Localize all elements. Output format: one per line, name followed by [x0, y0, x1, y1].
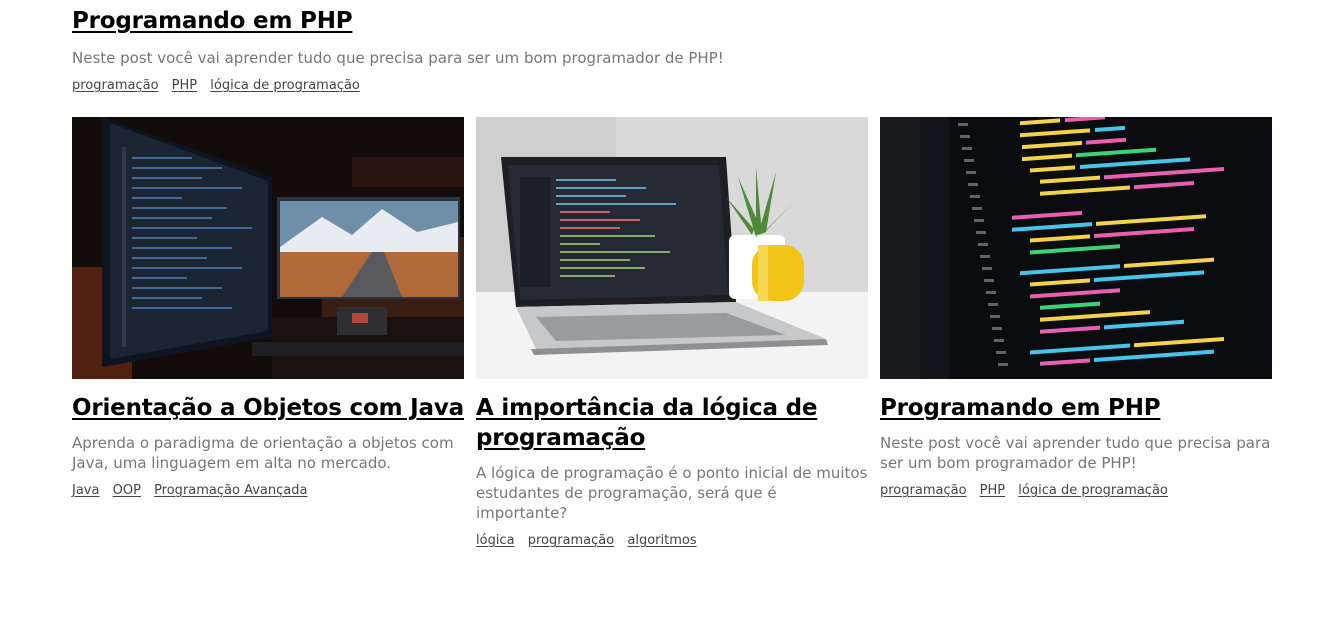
post-description: Aprenda o paradigma de orientação a obje…	[72, 434, 454, 472]
featured-post-description: Neste post você vai aprender tudo que pr…	[72, 49, 724, 67]
tag-link[interactable]: PHP	[980, 483, 1005, 498]
tag-link[interactable]: PHP	[172, 78, 197, 93]
post-card: Orientação a Objetos com Java Aprenda o …	[72, 117, 464, 549]
featured-post-title[interactable]: Programando em PHP	[72, 6, 1272, 36]
tag-link[interactable]: lógica de programação	[1018, 483, 1168, 498]
featured-post: Programando em PHP Neste post você vai a…	[72, 6, 1272, 94]
post-description: A lógica de programação é o ponto inicia…	[476, 464, 868, 522]
post-title-link[interactable]: A importância da lógica de programação	[476, 393, 868, 453]
post-thumbnail-image[interactable]	[476, 117, 868, 379]
tag-link[interactable]: lógica de programação	[210, 78, 360, 93]
tag-link[interactable]: Programação Avançada	[154, 483, 307, 498]
tag-link[interactable]: programação	[72, 78, 159, 93]
post-thumbnail-image[interactable]	[880, 117, 1272, 379]
post-description: Neste post você vai aprender tudo que pr…	[880, 434, 1271, 472]
tag-link[interactable]: OOP	[113, 483, 141, 498]
post-card: A importância da lógica de programação A…	[476, 117, 868, 549]
tag-link[interactable]: Java	[72, 483, 99, 498]
post-title-link[interactable]: Programando em PHP	[880, 393, 1272, 423]
post-thumbnail-image[interactable]	[72, 117, 464, 379]
tag-link[interactable]: programação	[880, 483, 967, 498]
post-tags: programação PHP lógica de programação	[880, 483, 1272, 499]
post-tags: Java OOP Programação Avançada	[72, 483, 464, 499]
tag-link[interactable]: algoritmos	[627, 533, 696, 548]
post-tags: lógica programação algoritmos	[476, 533, 868, 549]
tag-link[interactable]: lógica	[476, 533, 515, 548]
featured-post-tags: programação PHP lógica de programação	[72, 78, 1272, 94]
post-title-link[interactable]: Orientação a Objetos com Java	[72, 393, 464, 423]
post-grid: Orientação a Objetos com Java Aprenda o …	[72, 117, 1272, 549]
post-card: Programando em PHP Neste post você vai a…	[880, 117, 1272, 549]
tag-link[interactable]: programação	[528, 533, 615, 548]
